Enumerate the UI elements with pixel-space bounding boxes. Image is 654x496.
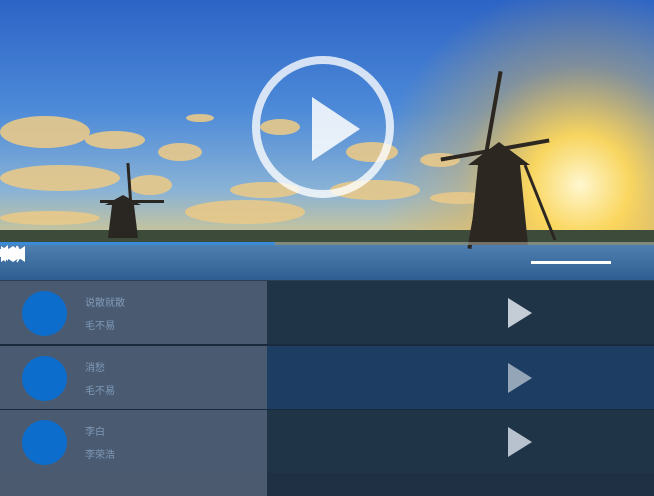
track-info: 李白 李荣浩 [0,410,267,473]
play-icon [312,97,360,161]
avatar [22,420,67,465]
music-player: 说散就散 毛不易 消愁 毛不易 李白 李荣浩 [0,0,654,496]
track-title: 李白 [85,427,105,438]
track-action-area [267,410,654,473]
playlist-item[interactable]: 消愁 毛不易 [0,346,654,409]
track-info: 说散就散 毛不易 [0,281,267,344]
playlist-footer [0,473,267,496]
avatar [22,291,67,336]
track-title: 说散就散 [85,298,125,309]
play-icon[interactable] [508,363,532,393]
track-action-area [267,281,654,344]
play-icon[interactable] [508,427,532,457]
volume-slider[interactable] [531,261,611,264]
video-area[interactable] [0,0,654,280]
play-icon[interactable] [508,298,532,328]
controls-bar [0,245,654,280]
play-button[interactable] [252,56,394,198]
playlist: 说散就散 毛不易 消愁 毛不易 李白 李荣浩 [0,280,654,496]
track-action-area [267,346,654,409]
playlist-footer [267,473,654,496]
avatar [22,356,67,401]
track-artist: 毛不易 [85,386,115,397]
track-info: 消愁 毛不易 [0,346,267,409]
track-artist: 李荣浩 [85,450,115,461]
track-title: 消愁 [85,363,105,374]
track-artist: 毛不易 [85,321,115,332]
playlist-item[interactable]: 说散就散 毛不易 [0,281,654,344]
playlist-item[interactable]: 李白 李荣浩 [0,410,654,473]
volume-high-icon[interactable] [0,245,22,263]
